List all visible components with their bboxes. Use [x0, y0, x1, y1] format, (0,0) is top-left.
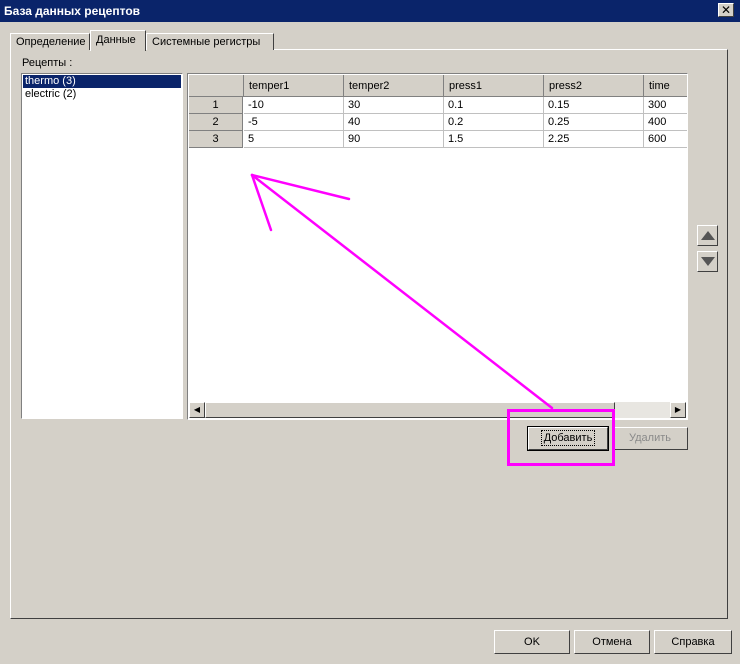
column-header-temper1[interactable]: temper1 — [244, 75, 344, 97]
help-button[interactable]: Справка — [654, 630, 732, 654]
scroll-right-button[interactable]: ▶ — [670, 402, 686, 418]
tab-definition[interactable]: Определение — [10, 33, 90, 50]
table-cell[interactable]: -10 — [244, 97, 344, 114]
scroll-left-button[interactable]: ◀ — [189, 402, 205, 418]
delete-button[interactable]: Удалить — [612, 427, 688, 450]
recipe-item-thermo[interactable]: thermo (3) — [23, 75, 181, 88]
tab-data[interactable]: Данные — [90, 30, 146, 51]
grid-header-row: temper1 temper2 press1 press2 time — [189, 75, 687, 97]
close-button[interactable]: ✕ — [718, 3, 734, 17]
window-title: База данных рецептов — [4, 4, 141, 18]
table-cell[interactable]: 600 — [644, 131, 687, 148]
column-header-temper2[interactable]: temper2 — [344, 75, 444, 97]
add-button[interactable]: Добавить — [527, 426, 609, 451]
move-down-button[interactable] — [697, 251, 718, 272]
close-icon: ✕ — [720, 3, 732, 17]
table-cell[interactable]: 2.25 — [544, 131, 644, 148]
table-cell[interactable]: 40 — [344, 114, 444, 131]
table-cell[interactable]: 300 — [644, 97, 687, 114]
table-cell[interactable]: 5 — [244, 131, 344, 148]
title-bar: База данных рецептов ✕ — [0, 0, 740, 22]
triangle-left-icon: ◀ — [193, 405, 201, 414]
recipe-item-electric[interactable]: electric (2) — [23, 88, 181, 101]
add-button-label: Добавить — [540, 430, 596, 446]
table-cell[interactable]: 400 — [644, 114, 687, 131]
table-cell[interactable]: 0.25 — [544, 114, 644, 131]
table-cell[interactable]: 90 — [344, 131, 444, 148]
column-header-press2[interactable]: press2 — [544, 75, 644, 97]
table-cell[interactable]: -5 — [244, 114, 344, 131]
table-cell[interactable]: 30 — [344, 97, 444, 114]
cancel-button[interactable]: Отмена — [574, 630, 650, 654]
up-arrow-icon — [701, 231, 715, 240]
row-header[interactable]: 2 — [189, 114, 243, 131]
ok-button[interactable]: OK — [494, 630, 570, 654]
table-cell[interactable]: 0.15 — [544, 97, 644, 114]
column-header-press1[interactable]: press1 — [444, 75, 544, 97]
table-cell[interactable]: 1.5 — [444, 131, 544, 148]
recipe-data-grid[interactable]: temper1 temper2 press1 press2 time 1 -10… — [187, 73, 688, 420]
table-cell[interactable]: 0.2 — [444, 114, 544, 131]
table-row[interactable]: 1 -10 30 0.1 0.15 300 — [189, 97, 687, 114]
row-header[interactable]: 3 — [189, 131, 243, 148]
grid-corner-cell — [189, 75, 244, 97]
down-arrow-icon — [701, 257, 715, 266]
recipe-database-dialog: База данных рецептов ✕ Определение Данны… — [0, 0, 740, 664]
row-header[interactable]: 1 — [189, 97, 243, 114]
move-up-button[interactable] — [697, 225, 718, 246]
tab-system-registers[interactable]: Системные регистры — [146, 33, 274, 50]
table-row[interactable]: 2 -5 40 0.2 0.25 400 — [189, 114, 687, 131]
column-header-time[interactable]: time — [644, 75, 687, 97]
recipe-list[interactable]: thermo (3) electric (2) — [21, 73, 183, 419]
table-cell[interactable]: 0.1 — [444, 97, 544, 114]
table-row[interactable]: 3 5 90 1.5 2.25 600 — [189, 131, 687, 148]
recipes-label: Рецепты : — [22, 57, 73, 69]
scroll-thumb[interactable] — [205, 402, 615, 418]
horizontal-scrollbar[interactable]: ◀ ▶ — [189, 402, 686, 418]
triangle-right-icon: ▶ — [674, 405, 682, 414]
